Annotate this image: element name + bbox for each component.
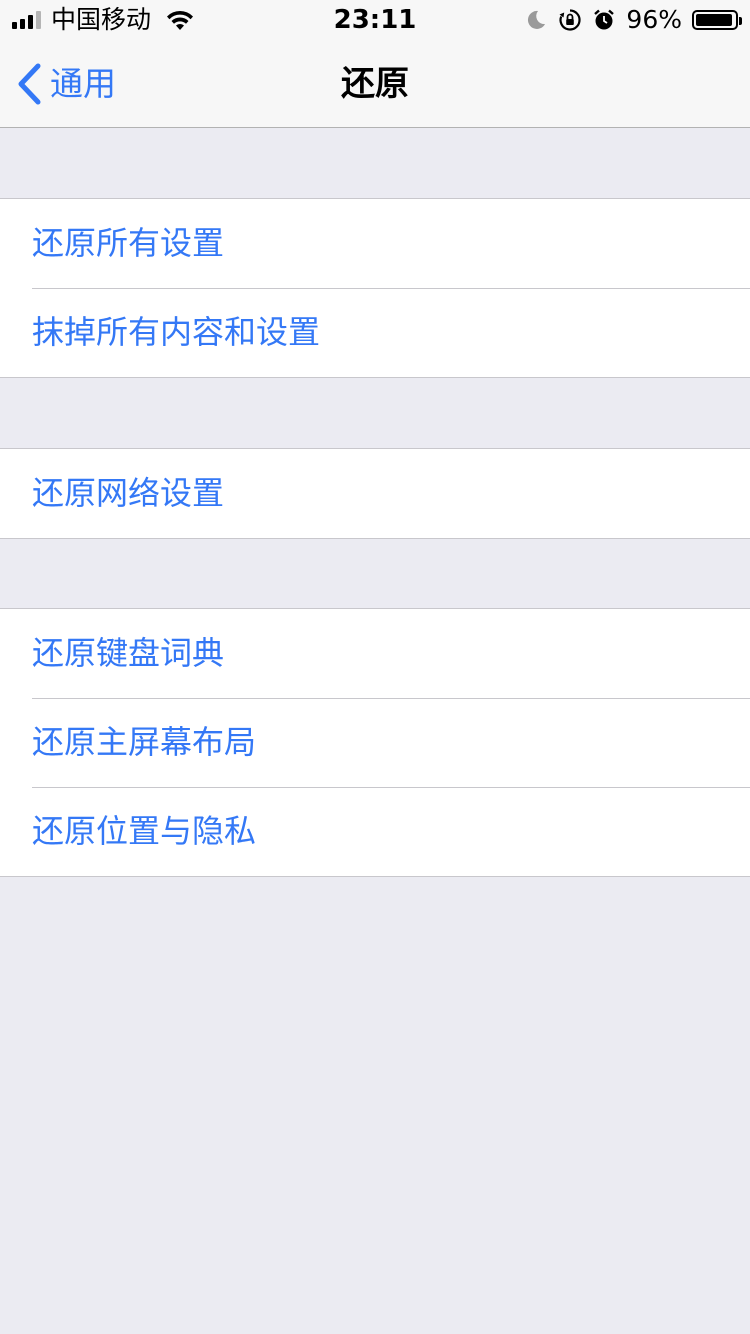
battery-nub <box>739 17 742 25</box>
row-label: 还原位置与隐私 <box>32 812 257 850</box>
row-label: 抹掉所有内容和设置 <box>32 313 321 351</box>
alarm-clock-icon <box>594 9 615 30</box>
reset-home-screen-layout-row[interactable]: 还原主屏幕布局 <box>0 698 750 787</box>
battery-percentage: 96% <box>626 5 682 34</box>
row-label: 还原键盘词典 <box>32 634 225 672</box>
status-right: 96% <box>524 5 742 34</box>
navigation-bar: 通用 还原 <box>0 40 750 128</box>
row-label: 还原网络设置 <box>32 474 225 512</box>
orientation-lock-icon <box>559 9 582 31</box>
do-not-disturb-moon-icon <box>528 10 546 29</box>
page-title: 还原 <box>341 64 409 104</box>
row-label: 还原所有设置 <box>32 224 225 262</box>
status-bar: 中国移动 23:11 96% <box>0 0 750 40</box>
reset-network-settings-row[interactable]: 还原网络设置 <box>0 449 750 538</box>
reset-all-settings-row[interactable]: 还原所有设置 <box>0 199 750 288</box>
reset-location-privacy-row[interactable]: 还原位置与隐私 <box>0 787 750 876</box>
reset-group-general: 还原所有设置 抹掉所有内容和设置 <box>0 198 750 378</box>
battery-fill <box>696 14 732 26</box>
row-label: 还原主屏幕布局 <box>32 723 257 761</box>
reset-group-other: 还原键盘词典 还原主屏幕布局 还原位置与隐私 <box>0 608 750 877</box>
reset-keyboard-dictionary-row[interactable]: 还原键盘词典 <box>0 609 750 698</box>
erase-all-content-row[interactable]: 抹掉所有内容和设置 <box>0 288 750 377</box>
battery-icon <box>692 10 742 30</box>
reset-group-network: 还原网络设置 <box>0 448 750 539</box>
